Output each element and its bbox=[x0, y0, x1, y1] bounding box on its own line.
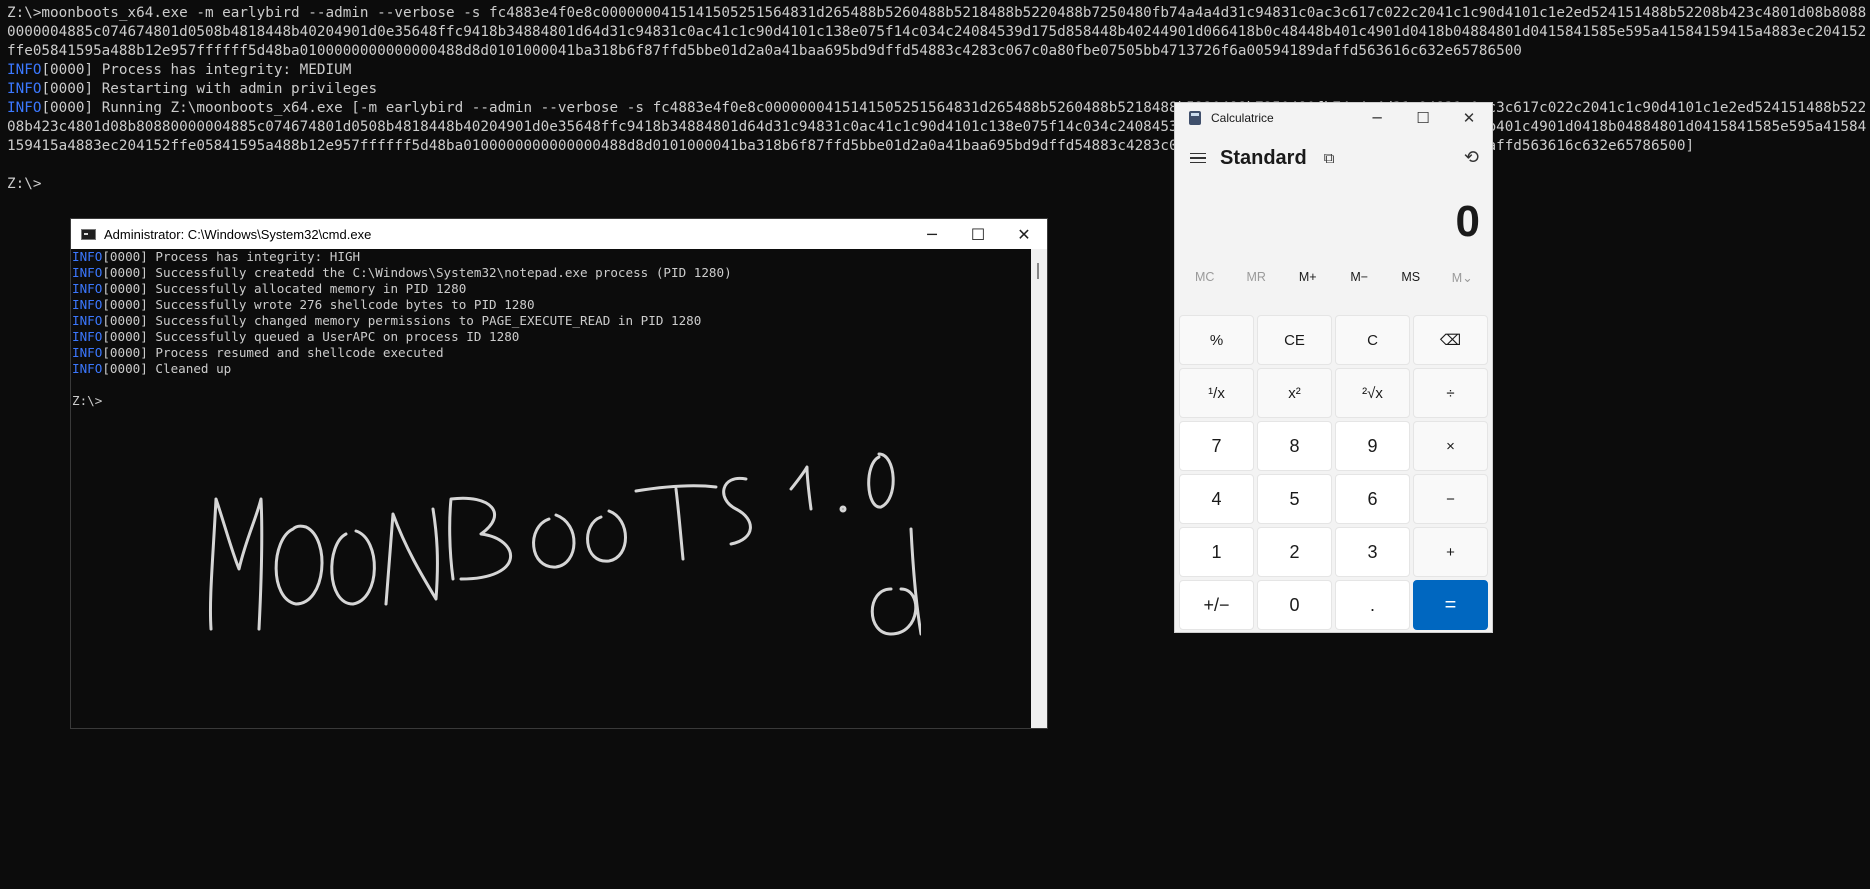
subtract-button[interactable]: − bbox=[1413, 474, 1488, 524]
cmd-line: [0000] Cleaned up bbox=[102, 361, 232, 376]
hamburger-menu-icon[interactable] bbox=[1190, 152, 1206, 164]
info-tag: INFO bbox=[72, 297, 103, 312]
percent-button[interactable]: % bbox=[1179, 315, 1254, 365]
calculator-display: 0 bbox=[1455, 197, 1480, 246]
digit-6-button[interactable]: 6 bbox=[1335, 474, 1410, 524]
calculator-titlebar[interactable]: Calculatrice ─ ☐ ✕ bbox=[1175, 103, 1492, 133]
cmd-prompt[interactable]: Z:\> bbox=[72, 393, 102, 408]
equals-button[interactable]: = bbox=[1413, 580, 1488, 630]
cmd-line: [0000] Successfully changed memory permi… bbox=[102, 313, 702, 328]
reciprocal-button[interactable]: ¹/x bbox=[1179, 368, 1254, 418]
memory-recall-button[interactable]: MR bbox=[1231, 270, 1283, 284]
close-icon: ✕ bbox=[1462, 109, 1476, 127]
digit-2-button[interactable]: 2 bbox=[1257, 527, 1332, 577]
cmd-line: [0000] Successfully queued a UserAPC on … bbox=[102, 329, 520, 344]
info-tag: INFO bbox=[72, 345, 103, 360]
info-tag: INFO bbox=[7, 81, 42, 97]
multiply-button[interactable]: × bbox=[1413, 421, 1488, 471]
scrollbar-thumb[interactable] bbox=[1037, 263, 1039, 279]
history-icon[interactable]: ⟲ bbox=[1464, 147, 1479, 168]
minimize-icon: ─ bbox=[927, 224, 937, 244]
maximize-button[interactable]: ☐ bbox=[955, 219, 1001, 249]
calculator-mode-title: Standard bbox=[1220, 146, 1307, 169]
info-tag: INFO bbox=[72, 361, 103, 376]
minimize-icon: ─ bbox=[1372, 109, 1382, 127]
digit-7-button[interactable]: 7 bbox=[1179, 421, 1254, 471]
close-icon: ✕ bbox=[1017, 224, 1031, 244]
clear-button[interactable]: C bbox=[1335, 315, 1410, 365]
console-line: [0000] Restarting with admin privileges bbox=[41, 81, 378, 97]
minimize-button[interactable]: ─ bbox=[1354, 103, 1400, 133]
digit-8-button[interactable]: 8 bbox=[1257, 421, 1332, 471]
memory-store-button[interactable]: MS bbox=[1385, 270, 1437, 284]
square-root-button[interactable]: ²√x bbox=[1335, 368, 1410, 418]
digit-1-button[interactable]: 1 bbox=[1179, 527, 1254, 577]
cmd-line: [0000] Successfully wrote 276 shellcode … bbox=[102, 297, 535, 312]
info-tag: INFO bbox=[72, 329, 103, 344]
info-tag: INFO bbox=[72, 265, 103, 280]
cmd-line: [0000] Process has integrity: HIGH bbox=[102, 249, 361, 264]
calculator-window[interactable]: Calculatrice ─ ☐ ✕ Standard ⧉ ⟲ 0 MC MR … bbox=[1174, 102, 1493, 633]
digit-4-button[interactable]: 4 bbox=[1179, 474, 1254, 524]
decimal-button[interactable]: . bbox=[1335, 580, 1410, 630]
digit-0-button[interactable]: 0 bbox=[1257, 580, 1332, 630]
memory-row: MC MR M+ M− MS M⌄ bbox=[1175, 261, 1492, 293]
clear-entry-button[interactable]: CE bbox=[1257, 315, 1332, 365]
minimize-button[interactable]: ─ bbox=[909, 219, 955, 249]
console-prompt[interactable]: Z:\> bbox=[7, 176, 41, 192]
close-button[interactable]: ✕ bbox=[1001, 219, 1047, 249]
maximize-icon: ☐ bbox=[970, 224, 986, 244]
keep-on-top-icon[interactable]: ⧉ bbox=[1324, 150, 1335, 167]
add-button[interactable]: + bbox=[1413, 527, 1488, 577]
console-command-line: Z:\>moonboots_x64.exe -m earlybird --adm… bbox=[7, 5, 1867, 59]
info-tag: INFO bbox=[72, 313, 103, 328]
memory-add-button[interactable]: M+ bbox=[1282, 270, 1334, 284]
calculator-keypad: % CE C ⌫ ¹/x x² ²√x ÷ 7 8 9 × 4 5 6 − 1 … bbox=[1179, 315, 1490, 630]
cmd-app-icon bbox=[81, 228, 96, 240]
maximize-button[interactable]: ☐ bbox=[1400, 103, 1446, 133]
info-tag: INFO bbox=[7, 62, 42, 78]
memory-clear-button[interactable]: MC bbox=[1179, 270, 1231, 284]
calculator-app-icon bbox=[1189, 111, 1201, 125]
digit-3-button[interactable]: 3 bbox=[1335, 527, 1410, 577]
handwritten-signature bbox=[208, 452, 921, 636]
info-tag: INFO bbox=[72, 249, 103, 264]
divide-button[interactable]: ÷ bbox=[1413, 368, 1488, 418]
negate-button[interactable]: +/− bbox=[1179, 580, 1254, 630]
backspace-icon[interactable]: ⌫ bbox=[1413, 315, 1488, 365]
close-button[interactable]: ✕ bbox=[1446, 103, 1492, 133]
square-button[interactable]: x² bbox=[1257, 368, 1332, 418]
console-line: [0000] Process has integrity: MEDIUM bbox=[41, 62, 352, 78]
info-tag: INFO bbox=[72, 281, 103, 296]
info-tag: INFO bbox=[7, 100, 42, 116]
calculator-title: Calculatrice bbox=[1211, 111, 1274, 125]
console-line: [0000] Running Z:\moonboots_x64.exe [-m … bbox=[7, 100, 1867, 154]
memory-list-button[interactable]: M⌄ bbox=[1437, 270, 1489, 285]
cmd-window[interactable]: Administrator: C:\Windows\System32\cmd.e… bbox=[70, 218, 1048, 729]
cmd-window-title: Administrator: C:\Windows\System32\cmd.e… bbox=[104, 226, 372, 242]
cmd-titlebar[interactable]: Administrator: C:\Windows\System32\cmd.e… bbox=[71, 219, 1047, 249]
digit-9-button[interactable]: 9 bbox=[1335, 421, 1410, 471]
cmd-line: [0000] Successfully createdd the C:\Wind… bbox=[102, 265, 732, 280]
background-console-output: Z:\>moonboots_x64.exe -m earlybird --adm… bbox=[7, 4, 1867, 194]
maximize-icon: ☐ bbox=[1416, 109, 1430, 127]
calculator-header: Standard ⧉ ⟲ bbox=[1175, 133, 1492, 183]
cmd-scrollbar[interactable] bbox=[1031, 249, 1047, 728]
cmd-line: [0000] Successfully allocated memory in … bbox=[102, 281, 467, 296]
memory-subtract-button[interactable]: M− bbox=[1334, 270, 1386, 284]
digit-5-button[interactable]: 5 bbox=[1257, 474, 1332, 524]
cmd-line: [0000] Process resumed and shellcode exe… bbox=[102, 345, 444, 360]
